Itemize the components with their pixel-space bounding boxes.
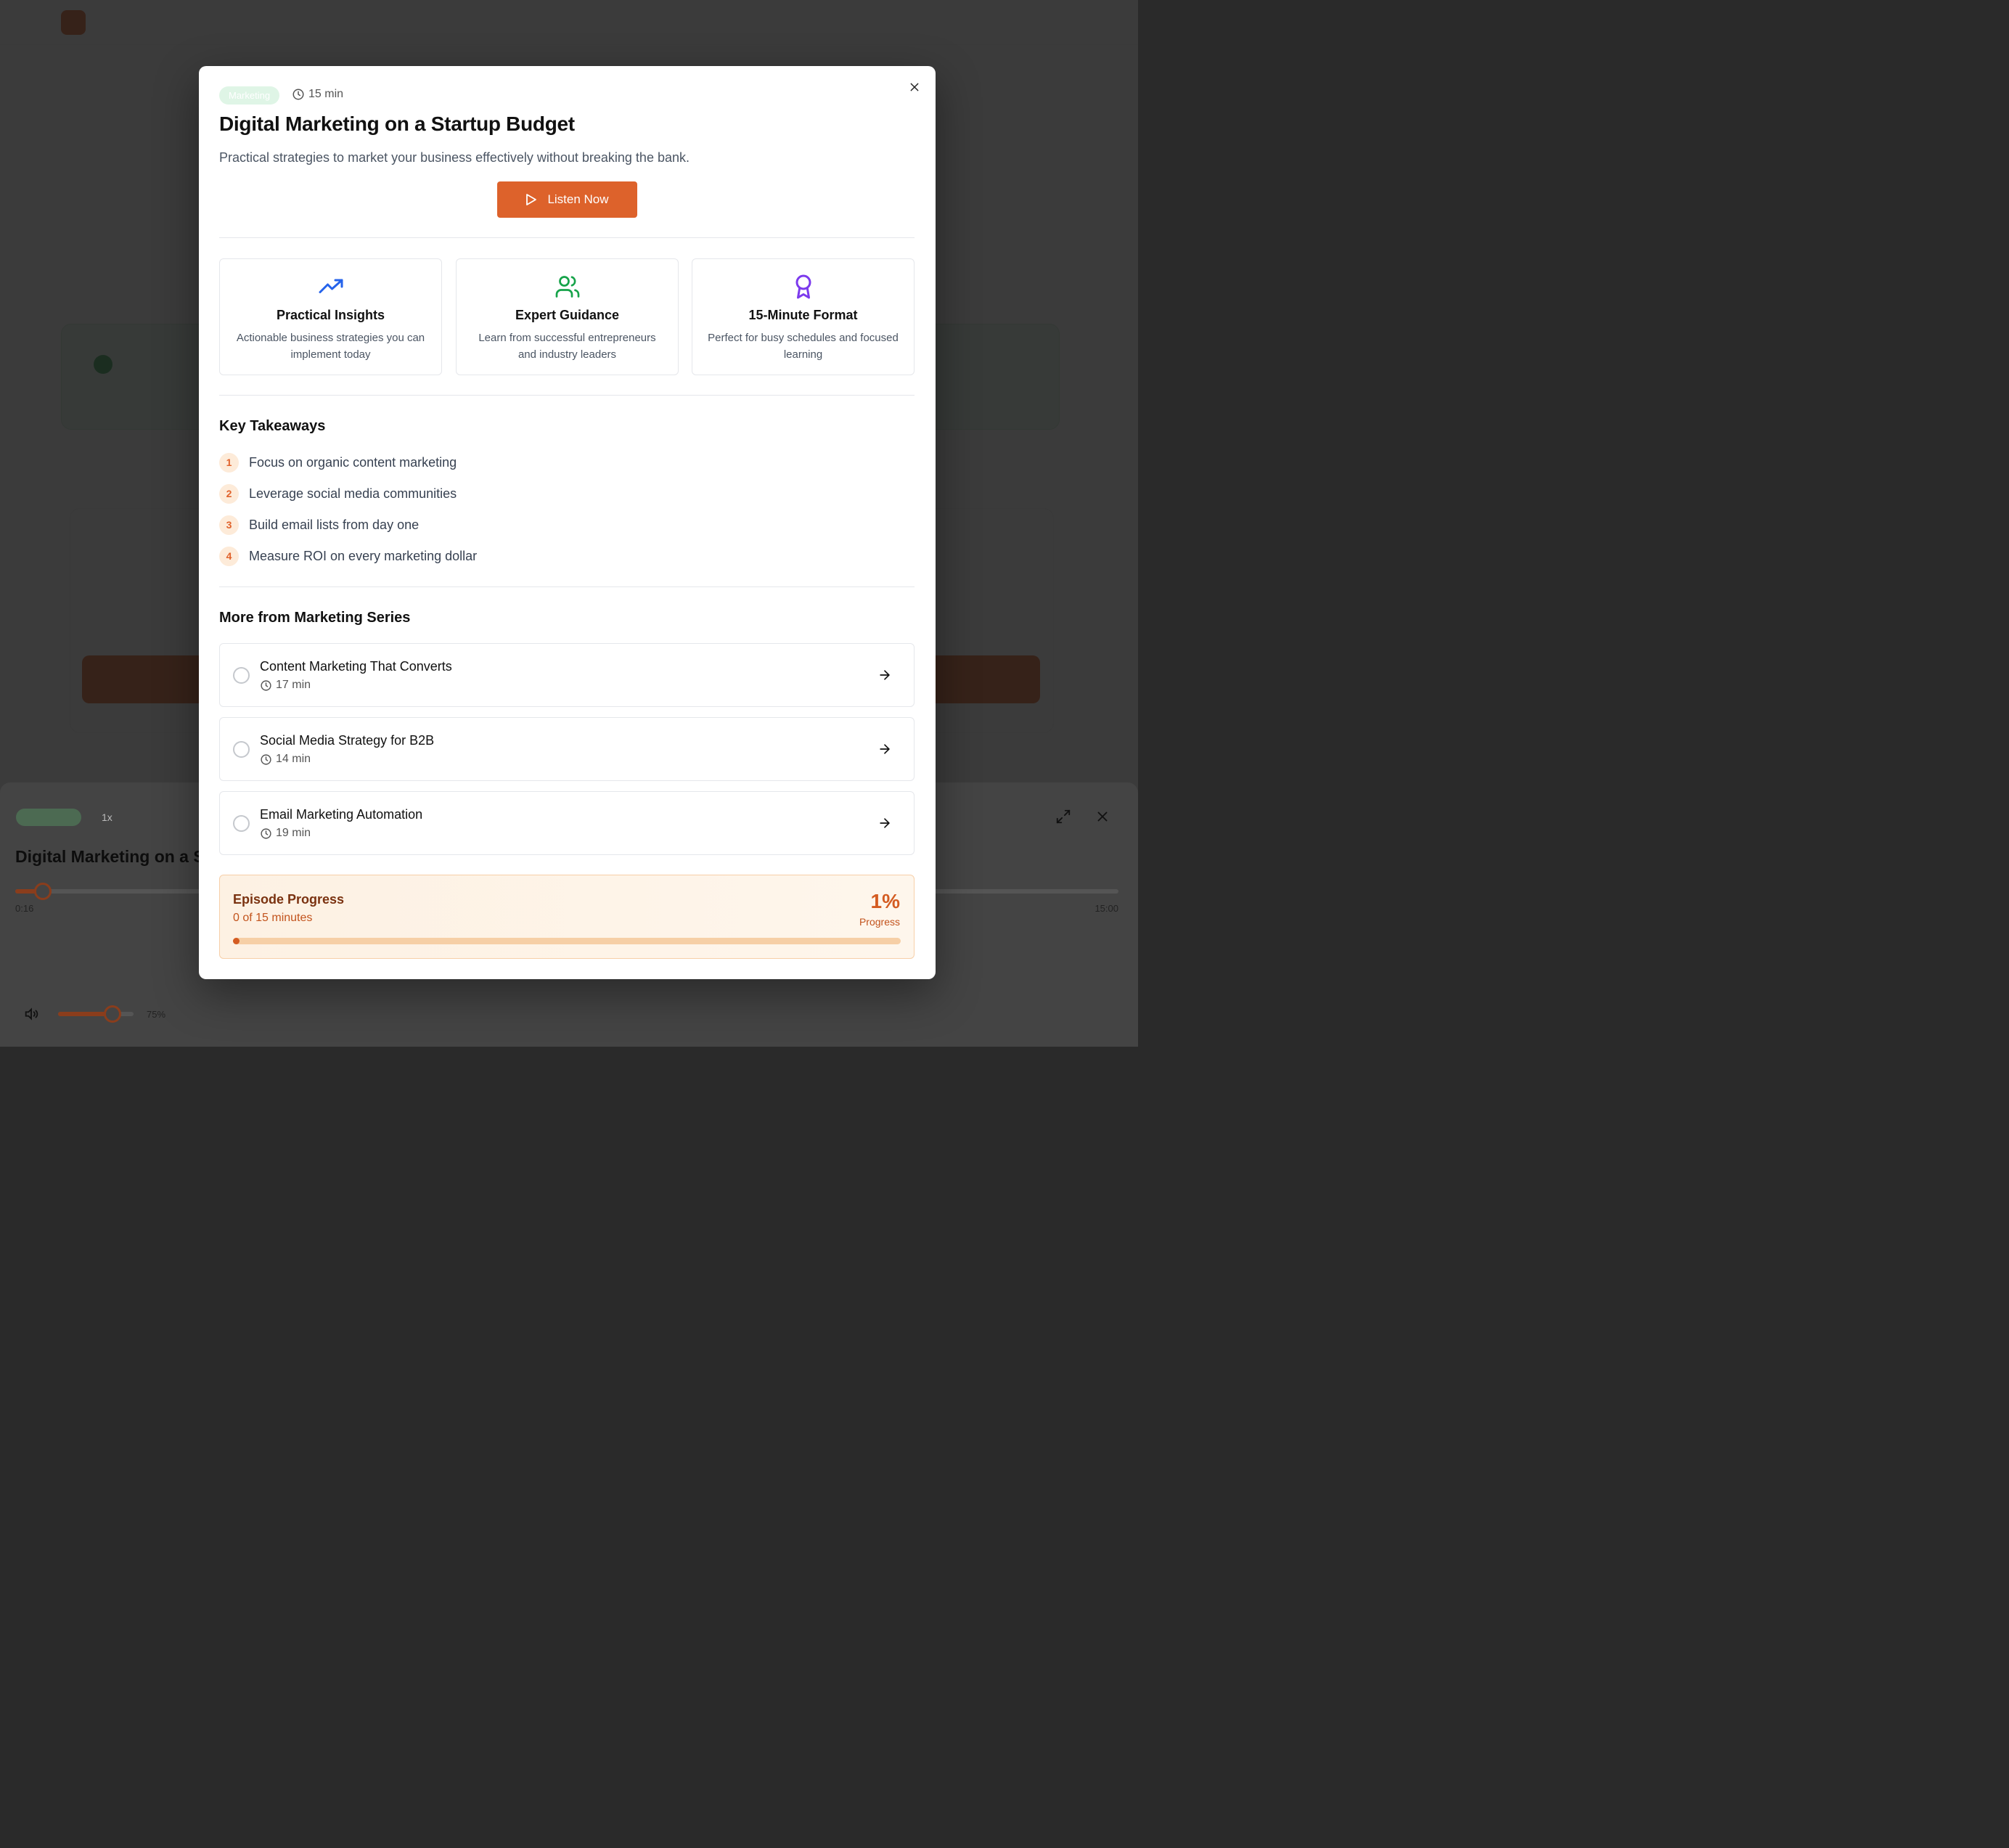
related-episode-item[interactable]: Content Marketing That Converts 17 min [219,643,915,707]
expand-icon[interactable] [1055,809,1071,825]
divider [219,237,915,238]
feature-description: Perfect for busy schedules and focused l… [708,332,899,361]
feature-card-15-minute-format: 15-Minute Format Perfect for busy schedu… [692,258,915,375]
episode-duration: 15 min [292,88,343,101]
player-category-badge [16,809,81,826]
episode-description: Practical strategies to market your busi… [219,150,690,165]
clock-icon [261,827,271,839]
related-episode-title: Email Marketing Automation [260,807,423,822]
divider [219,586,915,587]
duration-label: 17 min [276,679,311,691]
progress-caption: Progress [859,916,900,928]
volume-icon[interactable] [23,1006,39,1022]
more-from-series-heading: More from Marketing Series [219,610,411,626]
listen-now-label: Listen Now [547,192,609,206]
arrow-right-icon[interactable] [877,816,892,830]
feature-title: Expert Guidance [515,308,620,322]
feature-title: 15-Minute Format [748,308,858,322]
episode-status-circle [233,815,250,832]
takeaway-item: 3 Build email lists from day one [219,514,419,536]
related-episode-title: Social Media Strategy for B2B [260,733,435,748]
takeaway-number: 1 [219,452,239,473]
related-episode-duration: 14 min [260,753,311,766]
volume-percent: 75% [147,1009,166,1020]
takeaway-number: 4 [219,546,239,566]
playback-speed[interactable]: 1x [102,811,112,823]
divider [219,395,915,396]
users-icon [555,276,579,298]
episode-progress-card: Episode Progress 0 of 15 minutes 1% Prog… [219,875,915,959]
takeaway-item: 2 Leverage social media communities [219,483,457,504]
progress-subtitle: 0 of 15 minutes [233,912,313,924]
play-icon [526,194,537,205]
arrow-right-icon[interactable] [877,668,892,682]
related-episode-duration: 17 min [260,679,311,692]
player-duration: 15:00 [1094,903,1118,914]
progress-percent: 1% [870,890,900,912]
duration-label: 14 min [276,753,311,765]
feature-card-practical-insights: Practical Insights Actionable business s… [219,258,442,375]
takeaway-number: 3 [219,515,239,535]
progress-bar-track [233,938,901,944]
player-seek-handle[interactable] [34,883,52,900]
clock-icon [292,89,304,100]
takeaway-item: 1 Focus on organic content marketing [219,451,457,473]
modal-close-button[interactable] [906,78,923,96]
feature-description: Actionable business strategies you can i… [236,332,425,361]
episode-title: Digital Marketing on a Startup Budget [219,113,575,135]
arrow-right-icon[interactable] [877,742,892,756]
clock-icon [261,679,271,691]
listen-now-button[interactable]: Listen Now [497,181,637,218]
category-tag: Marketing [219,86,280,105]
progress-title: Episode Progress [233,892,345,907]
takeaway-text: Build email lists from day one [249,517,420,532]
trending-up-icon [319,279,343,293]
player-close-icon[interactable] [1094,809,1110,825]
related-episode-item[interactable]: Email Marketing Automation 19 min [219,791,915,855]
related-episode-title: Content Marketing That Converts [260,659,452,674]
feature-card-expert-guidance: Expert Guidance Learn from successful en… [456,258,679,375]
takeaway-text: Focus on organic content marketing [249,454,457,470]
episode-status-circle [233,667,250,684]
takeaway-item: 4 Measure ROI on every marketing dollar [219,545,477,567]
close-icon [910,83,919,91]
related-episode-duration: 19 min [260,827,311,840]
duration-label: 19 min [276,827,311,839]
takeaway-text: Leverage social media communities [249,486,457,501]
related-episode-item[interactable]: Social Media Strategy for B2B 14 min [219,717,915,781]
player-current-time: 0:16 [15,903,34,914]
episode-status-circle [233,741,250,758]
feature-title: Practical Insights [276,308,385,322]
duration-label: 15 min [308,88,344,100]
feature-description: Learn from successful entrepreneurs and … [478,332,656,361]
takeaway-number: 2 [219,483,239,504]
volume-handle[interactable] [104,1005,121,1023]
award-icon [795,274,811,299]
clock-icon [261,753,271,765]
takeaway-text: Measure ROI on every marketing dollar [249,548,478,563]
episode-modal: Marketing 15 min Digital Marketing on a … [199,66,936,979]
key-takeaways-heading: Key Takeaways [219,418,326,434]
